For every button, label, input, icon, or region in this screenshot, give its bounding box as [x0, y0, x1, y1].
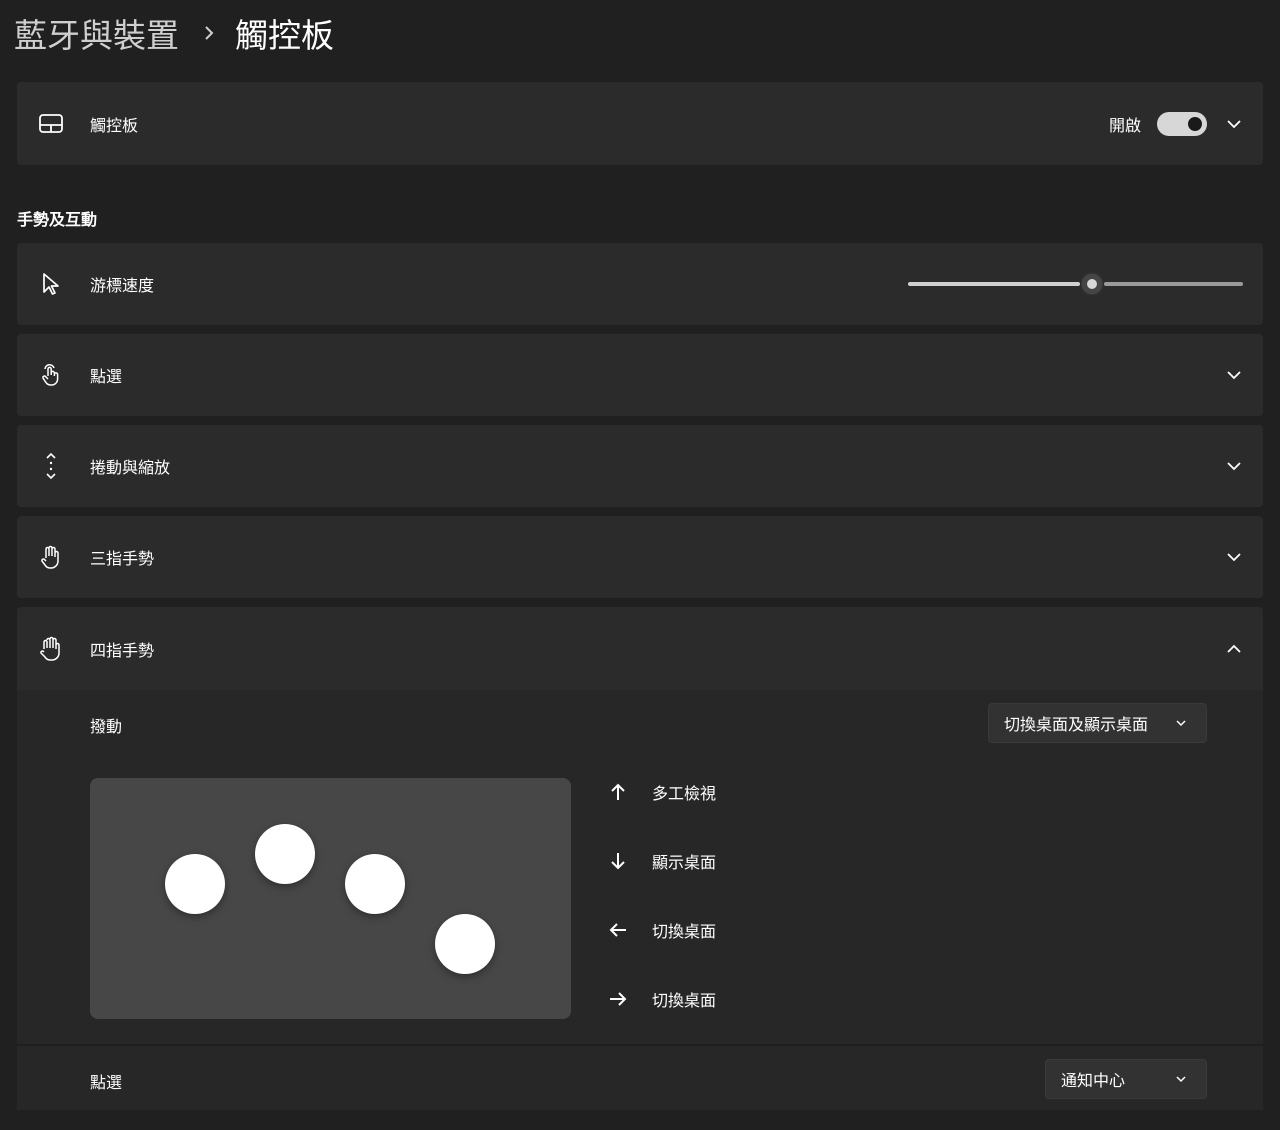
- divider: [17, 1044, 1263, 1046]
- four-finger-tap-dropdown[interactable]: 通知中心: [1045, 1059, 1207, 1099]
- touchpad-icon: [39, 112, 63, 136]
- chevron-down-icon[interactable]: [1225, 115, 1243, 133]
- chevron-right-icon: [203, 24, 215, 42]
- cursor-speed-label: 游標速度: [90, 276, 155, 295]
- chevron-down-icon: [1174, 1072, 1188, 1086]
- finger-dot: [165, 854, 225, 914]
- touchpad-gesture-preview: [90, 778, 571, 1019]
- scroll-zoom-card[interactable]: 捲動與縮放: [17, 425, 1263, 507]
- gesture-right-text: 切換桌面: [652, 991, 717, 1010]
- touchpad-settings-page: 藍牙與裝置 觸控板 觸控板 開啟 手勢及互動 游標速度 點選 捲動與縮放 三指手…: [0, 0, 1280, 1130]
- section-title-gestures: 手勢及互動: [17, 210, 98, 229]
- tap-card[interactable]: 點選: [17, 334, 1263, 416]
- breadcrumb: 藍牙與裝置 觸控板: [14, 10, 334, 56]
- chevron-down-icon[interactable]: [1225, 548, 1243, 566]
- chevron-down-icon[interactable]: [1225, 457, 1243, 475]
- tap-label: 點選: [90, 367, 123, 386]
- cursor-speed-slider[interactable]: [908, 272, 1243, 296]
- slider-track-filled: [908, 282, 1080, 286]
- breadcrumb-parent[interactable]: 藍牙與裝置: [14, 9, 179, 57]
- four-finger-tap-value: 通知中心: [1061, 1071, 1126, 1090]
- chevron-up-icon[interactable]: [1225, 640, 1243, 658]
- touchpad-label: 觸控板: [90, 115, 139, 135]
- chevron-down-icon[interactable]: [1225, 366, 1243, 384]
- slider-thumb[interactable]: [1081, 273, 1103, 295]
- gesture-down: 顯示桌面: [607, 849, 716, 873]
- arrow-right-icon: [607, 988, 629, 1010]
- touchpad-card[interactable]: 觸控板 開啟: [17, 82, 1263, 165]
- page-title: 觸控板: [235, 16, 334, 55]
- arrow-down-icon: [607, 850, 629, 872]
- four-finger-expanded-panel: 撥動 切換桌面及顯示桌面 多工檢視 顯示桌面 切換桌面 切換桌面 點選 通知中心: [17, 690, 1263, 1110]
- finger-dot: [435, 914, 495, 974]
- three-finger-label: 三指手勢: [90, 549, 155, 568]
- gesture-right: 切換桌面: [607, 987, 716, 1011]
- scroll-icon: [39, 452, 63, 480]
- swipe-action-dropdown[interactable]: 切換桌面及顯示桌面: [988, 703, 1207, 743]
- gesture-left: 切換桌面: [607, 918, 716, 942]
- four-finger-hand-icon: [39, 636, 63, 661]
- touchpad-toggle-group: 開啟: [1108, 111, 1207, 136]
- scroll-zoom-label: 捲動與縮放: [90, 458, 171, 477]
- slider-track-empty: [1104, 282, 1243, 286]
- touchpad-toggle[interactable]: [1157, 111, 1207, 136]
- arrow-left-icon: [607, 919, 629, 941]
- four-finger-card[interactable]: 四指手勢: [17, 607, 1263, 690]
- three-finger-card[interactable]: 三指手勢: [17, 516, 1263, 598]
- tap-hand-icon: [39, 363, 63, 387]
- finger-dot: [345, 854, 405, 914]
- gesture-left-text: 切換桌面: [652, 922, 717, 941]
- finger-dot: [255, 824, 315, 884]
- four-finger-label: 四指手勢: [90, 640, 155, 660]
- gesture-up-text: 多工檢視: [652, 784, 717, 803]
- gesture-up: 多工檢視: [607, 780, 716, 804]
- four-finger-tap-label: 點選: [90, 1073, 123, 1092]
- arrow-up-icon: [607, 781, 629, 803]
- toggle-knob: [1188, 116, 1202, 131]
- swipe-action-value: 切換桌面及顯示桌面: [1004, 715, 1149, 734]
- swipe-label: 撥動: [90, 717, 123, 736]
- toggle-state-label: 開啟: [1108, 115, 1141, 135]
- gesture-down-text: 顯示桌面: [652, 853, 717, 872]
- cursor-icon: [39, 272, 63, 296]
- cursor-speed-card: 游標速度: [17, 243, 1263, 325]
- three-finger-hand-icon: [39, 545, 63, 569]
- chevron-down-icon: [1174, 716, 1188, 730]
